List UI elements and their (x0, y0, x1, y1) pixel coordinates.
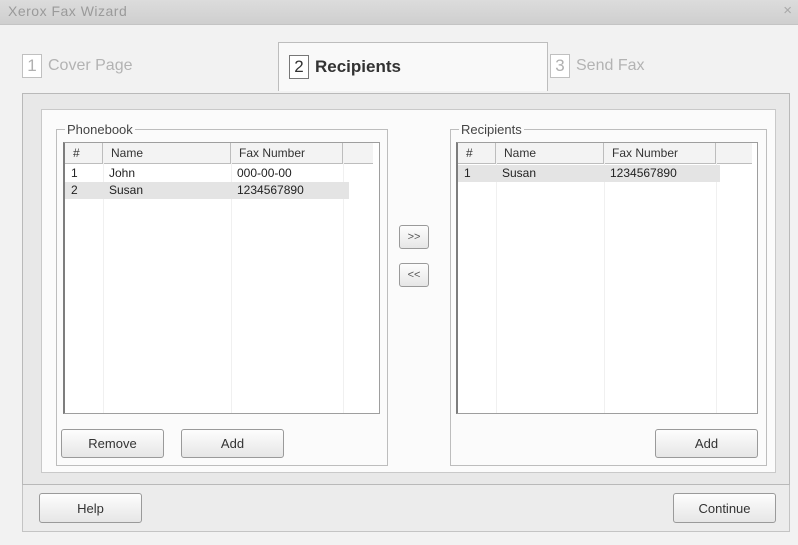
tab-label: Cover Page (48, 57, 133, 74)
cell-number: 1 (71, 166, 78, 180)
tab-recipients[interactable]: 2 Recipients (278, 42, 548, 91)
remove-button[interactable]: Remove (61, 429, 164, 458)
phonebook-group: Phonebook # Name Fax Number 1 John 000-0… (56, 122, 388, 466)
cell-name: Susan (502, 166, 537, 180)
column-header-empty (716, 143, 752, 163)
title-bar: Xerox Fax Wizard × (0, 0, 798, 25)
close-icon[interactable]: × (783, 2, 792, 19)
add-phonebook-button[interactable]: Add (181, 429, 284, 458)
column-header-fax[interactable]: Fax Number (231, 143, 343, 163)
cell-name: Susan (109, 183, 144, 197)
column-header-name[interactable]: Name (496, 143, 604, 163)
tab-number: 1 (22, 54, 42, 78)
cell-fax: 1234567890 (237, 183, 304, 197)
continue-button[interactable]: Continue (673, 493, 776, 523)
wizard-panel: Phonebook # Name Fax Number 1 John 000-0… (22, 93, 790, 485)
tab-label: Send Fax (576, 57, 645, 74)
cell-fax: 000-00-00 (237, 166, 292, 180)
recipients-group: Recipients # Name Fax Number 1 Susan 123… (450, 122, 767, 466)
tab-number: 3 (550, 54, 570, 78)
cell-name: John (109, 166, 136, 180)
tab-send-fax[interactable]: 3 Send Fax (550, 44, 644, 88)
cell-number: 2 (71, 183, 78, 197)
tab-label: Recipients (315, 57, 401, 76)
recipients-list-header: # Name Fax Number (458, 143, 752, 164)
cell-number: 1 (464, 166, 471, 180)
wizard-tabs: 1 Cover Page 2 Recipients 3 Send Fax (10, 42, 795, 91)
help-button[interactable]: Help (39, 493, 142, 523)
footer-bar: Help Continue (22, 485, 790, 532)
column-header-number[interactable]: # (458, 143, 496, 163)
table-row[interactable]: 1 Susan 1234567890 (458, 165, 720, 182)
recipients-list[interactable]: # Name Fax Number 1 Susan 1234567890 (456, 142, 758, 414)
column-header-number[interactable]: # (65, 143, 103, 163)
table-row[interactable]: 1 John 000-00-00 (65, 165, 349, 182)
window-title: Xerox Fax Wizard (8, 3, 128, 19)
remove-from-recipients-button[interactable]: << (399, 263, 429, 287)
cell-fax: 1234567890 (610, 166, 677, 180)
column-header-name[interactable]: Name (103, 143, 231, 163)
tab-number: 2 (289, 55, 309, 79)
add-to-recipients-button[interactable]: >> (399, 225, 429, 249)
phonebook-list[interactable]: # Name Fax Number 1 John 000-00-00 2 Sus… (63, 142, 380, 414)
recipients-legend: Recipients (461, 122, 522, 137)
phonebook-list-header: # Name Fax Number (65, 143, 373, 164)
table-row[interactable]: 2 Susan 1234567890 (65, 182, 349, 199)
column-header-fax[interactable]: Fax Number (604, 143, 716, 163)
phonebook-legend: Phonebook (67, 122, 133, 137)
recipients-page: Phonebook # Name Fax Number 1 John 000-0… (41, 109, 776, 473)
tab-cover-page[interactable]: 1 Cover Page (22, 44, 133, 88)
add-recipient-button[interactable]: Add (655, 429, 758, 458)
column-header-empty (343, 143, 373, 163)
